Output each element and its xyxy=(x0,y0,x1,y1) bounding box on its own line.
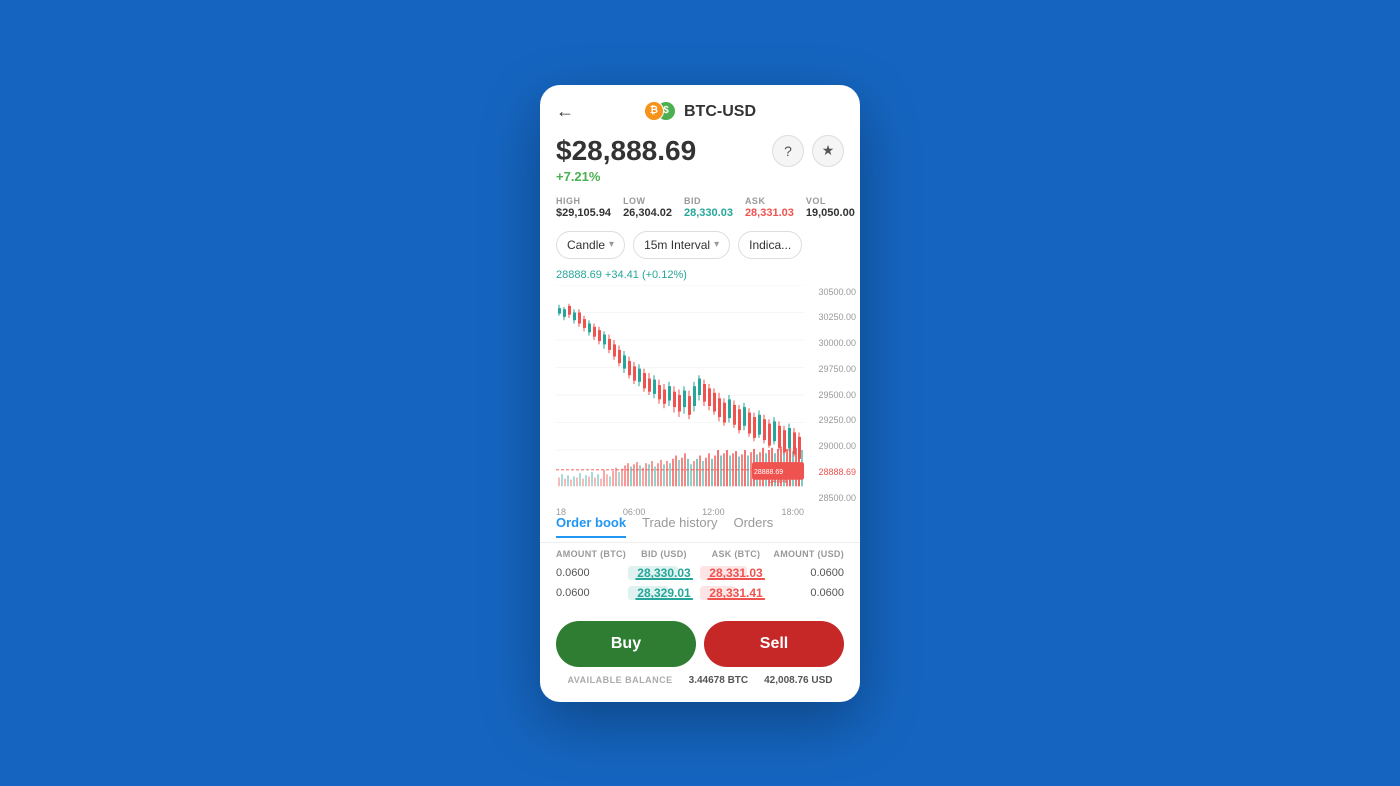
stat-bid: BID 28,330.03 xyxy=(684,196,733,219)
stat-high: HIGH $29,105.94 xyxy=(556,196,611,219)
trade-buttons: Buy Sell xyxy=(540,609,860,673)
main-price: $28,888.69 xyxy=(556,135,696,167)
y-label-0: 30500.00 xyxy=(808,287,856,297)
x-label-3: 18:00 xyxy=(781,507,804,517)
ob-amount-btc-0: 0.0600 xyxy=(556,567,628,579)
ob-row-1: 0.0600 28,329.01 28,331.41 0.0600 xyxy=(556,583,844,603)
indicator-label: Indica... xyxy=(749,238,791,252)
interval-selector[interactable]: 15m Interval ▾ xyxy=(633,231,730,259)
candle-label: Candle xyxy=(567,238,605,252)
tab-orders[interactable]: Orders xyxy=(733,515,773,538)
candlestick-chart: 28888.69 04:04 xyxy=(556,285,804,505)
col-header-amount-btc: AMOUNT (BTC) xyxy=(556,549,628,559)
ob-amount-usd-1: 0.0600 xyxy=(772,587,844,599)
ask-label: ASK xyxy=(745,196,794,206)
y-label-6: 29000.00 xyxy=(808,441,856,451)
sell-button[interactable]: Sell xyxy=(704,621,844,667)
price-row: $28,888.69 ? ★ xyxy=(556,135,844,167)
tab-trade-history[interactable]: Trade history xyxy=(642,515,717,538)
balance-label: AVAILABLE BALANCE xyxy=(567,675,672,686)
y-label-2: 30000.00 xyxy=(808,338,856,348)
bid-value: 28,330.03 xyxy=(684,207,733,219)
stat-low: LOW 26,304.02 xyxy=(623,196,672,219)
chart-main: 28888.69 04:04 xyxy=(556,285,804,505)
price-section: $28,888.69 ? ★ +7.21% xyxy=(540,131,860,192)
help-button[interactable]: ? xyxy=(772,135,804,167)
high-value: $29,105.94 xyxy=(556,207,611,219)
balance-usd: 42,008.76 USD xyxy=(764,675,832,686)
pair-info: ₿ $ BTC-USD xyxy=(644,101,756,123)
ob-header: AMOUNT (BTC) BID (USD) ASK (BTC) AMOUNT … xyxy=(556,549,844,559)
phone-container: ← ₿ $ BTC-USD $28,888.69 ? ★ +7.21% HIGH… xyxy=(540,85,860,702)
favorite-button[interactable]: ★ xyxy=(812,135,844,167)
header: ← ₿ $ BTC-USD xyxy=(540,85,860,131)
ob-amount-usd-0: 0.0600 xyxy=(772,567,844,579)
back-button[interactable]: ← xyxy=(556,101,574,122)
col-header-ask: ASK (BTC) xyxy=(700,549,772,559)
low-value: 26,304.02 xyxy=(623,207,672,219)
stat-ask: ASK 28,331.03 xyxy=(745,196,794,219)
ob-row-0: 0.0600 28,330.03 28,331.03 0.0600 xyxy=(556,563,844,583)
chart-info: 28888.69 +34.41 (+0.12%) xyxy=(556,267,860,285)
stats-row: HIGH $29,105.94 LOW 26,304.02 BID 28,330… xyxy=(540,192,860,227)
y-label-5: 29250.00 xyxy=(808,415,856,425)
balance-btc: 3.44678 BTC xyxy=(689,675,748,686)
vol-label: VOL xyxy=(806,196,855,206)
ob-ask-0: 28,331.03 xyxy=(700,566,772,580)
ob-bid-0: 28,330.03 xyxy=(628,566,700,580)
y-label-4: 29500.00 xyxy=(808,390,856,400)
y-label-8: 28500.00 xyxy=(808,493,856,503)
x-label-2: 12:00 xyxy=(702,507,725,517)
x-label-0: 18 xyxy=(556,507,566,517)
svg-text:04:04: 04:04 xyxy=(769,475,786,484)
buy-button[interactable]: Buy xyxy=(556,621,696,667)
interval-label: 15m Interval xyxy=(644,238,710,252)
ob-ask-1: 28,331.41 xyxy=(700,586,772,600)
col-header-bid: BID (USD) xyxy=(628,549,700,559)
x-axis: 18 06:00 12:00 18:00 xyxy=(556,505,804,517)
chart-canvas: 28888.69 04:04 30500.00 30250.00 30000.0… xyxy=(556,285,860,505)
low-label: LOW xyxy=(623,196,672,206)
chart-controls: Candle ▾ 15m Interval ▾ Indica... xyxy=(540,227,860,267)
y-label-1: 30250.00 xyxy=(808,312,856,322)
ob-bid-1: 28,329.01 xyxy=(628,586,700,600)
ob-amount-btc-1: 0.0600 xyxy=(556,587,628,599)
interval-chevron-icon: ▾ xyxy=(714,239,719,250)
ask-value: 28,331.03 xyxy=(745,207,794,219)
tab-order-book[interactable]: Order book xyxy=(556,515,626,538)
x-label-1: 06:00 xyxy=(623,507,646,517)
order-book: AMOUNT (BTC) BID (USD) ASK (BTC) AMOUNT … xyxy=(540,543,860,609)
candle-chevron-icon: ▾ xyxy=(609,239,614,250)
coin-icons: ₿ $ xyxy=(644,101,676,123)
y-axis: 30500.00 30250.00 30000.00 29750.00 2950… xyxy=(804,285,860,505)
col-header-amount-usd: AMOUNT (USD) xyxy=(772,549,844,559)
btc-icon: ₿ xyxy=(644,101,664,121)
vol-value: 19,050.00 xyxy=(806,207,855,219)
balance-row: AVAILABLE BALANCE 3.44678 BTC 42,008.76 … xyxy=(540,673,860,686)
high-label: HIGH xyxy=(556,196,611,206)
price-change: +7.21% xyxy=(556,169,844,184)
candle-selector[interactable]: Candle ▾ xyxy=(556,231,625,259)
chart-area: 28888.69 +34.41 (+0.12%) xyxy=(556,267,860,507)
y-label-3: 29750.00 xyxy=(808,364,856,374)
indicator-selector[interactable]: Indica... xyxy=(738,231,802,259)
price-actions: ? ★ xyxy=(772,135,844,167)
pair-name: BTC-USD xyxy=(684,103,756,121)
y-label-7: 28888.69 xyxy=(808,467,856,477)
stat-vol: VOL 19,050.00 xyxy=(806,196,855,219)
bid-label: BID xyxy=(684,196,733,206)
